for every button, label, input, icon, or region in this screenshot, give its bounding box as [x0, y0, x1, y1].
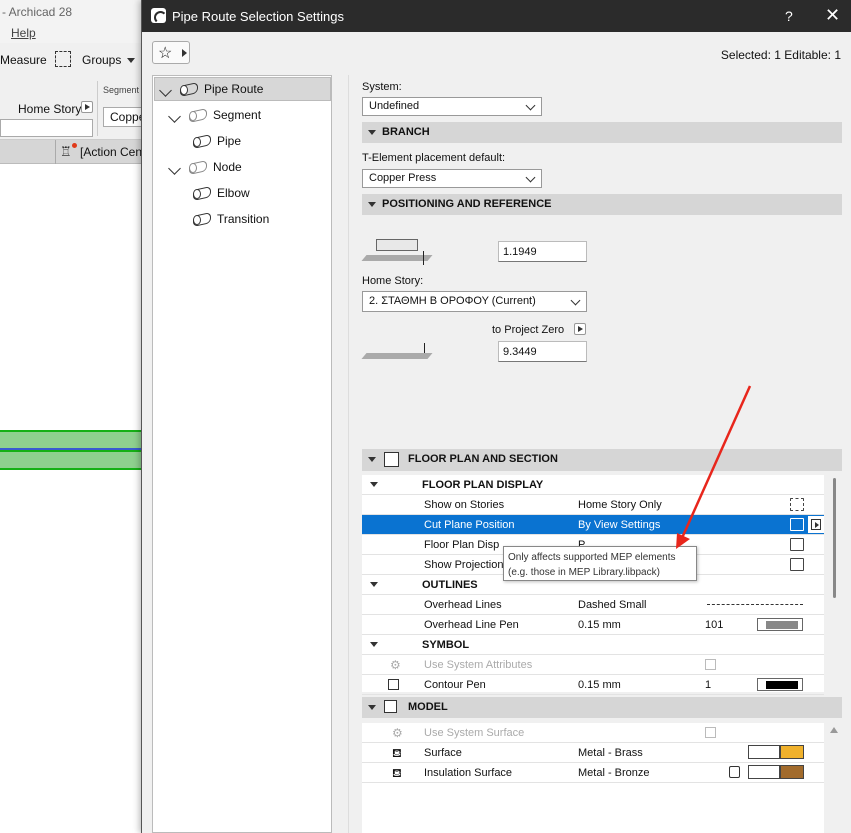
annotation-arrow	[676, 385, 752, 549]
arrow-shaft	[680, 385, 752, 539]
